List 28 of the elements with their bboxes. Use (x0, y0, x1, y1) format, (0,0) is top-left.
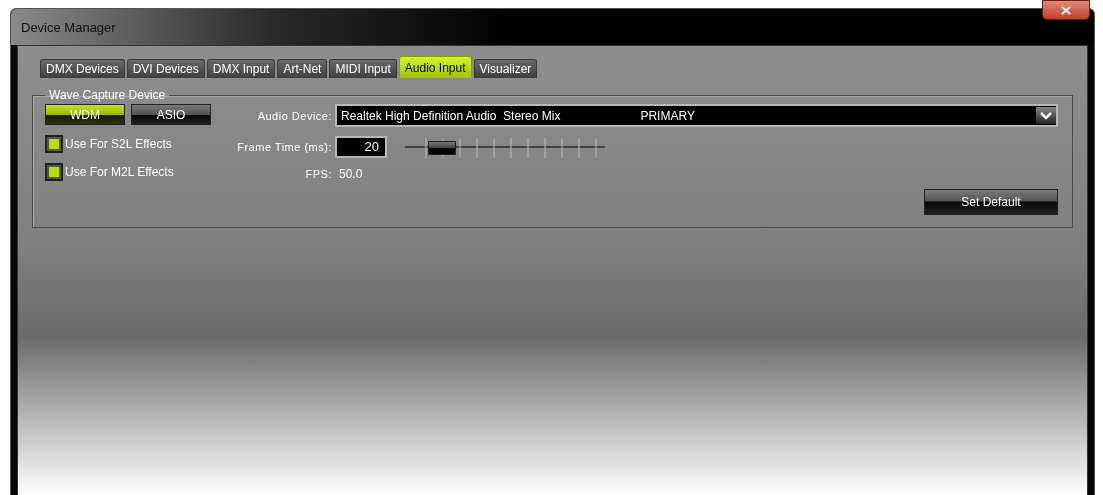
fps-value: 50.0 (338, 166, 364, 181)
slider-thumb[interactable] (427, 141, 456, 155)
dropdown-value: Realtek High Definition Audio Stereo Mix (341, 108, 561, 123)
checkbox-label: Use For M2L Effects (65, 165, 174, 179)
dropdown-value: PRIMARY (640, 108, 695, 123)
tab[interactable]: MIDI Input (329, 59, 397, 78)
audio-device-dropdown[interactable]: Realtek High Definition Audio Stereo Mix PRIMARY (335, 104, 1058, 128)
close-icon (1061, 5, 1071, 15)
checkbox-label: Use For S2L Effects (65, 137, 172, 151)
driver-button[interactable]: ASIO (131, 104, 211, 125)
checkbox[interactable] (45, 135, 63, 153)
frame-time-input[interactable]: 20 (335, 136, 387, 158)
field-label: Frame Time (ms): (236, 141, 333, 153)
window-title: Device Manager (21, 19, 116, 35)
tab[interactable]: Audio Input (398, 56, 472, 78)
tab[interactable]: Visualizer (473, 59, 538, 78)
field-label: FPS: (304, 167, 333, 180)
chevron-down-icon[interactable] (1036, 107, 1056, 125)
tab[interactable]: Art-Net (277, 59, 328, 78)
set-default-button[interactable]: Set Default (924, 189, 1058, 215)
tab[interactable]: DMX Devices (40, 59, 125, 78)
frame-time-slider[interactable] (405, 136, 605, 158)
checkbox[interactable] (45, 163, 63, 181)
close-button[interactable] (1042, 0, 1090, 20)
group-title: Wave Capture Device (48, 88, 167, 102)
tab[interactable]: DMX Input (206, 59, 276, 78)
tab[interactable]: DVI Devices (126, 59, 205, 78)
field-label: Audio Device: (256, 109, 333, 122)
